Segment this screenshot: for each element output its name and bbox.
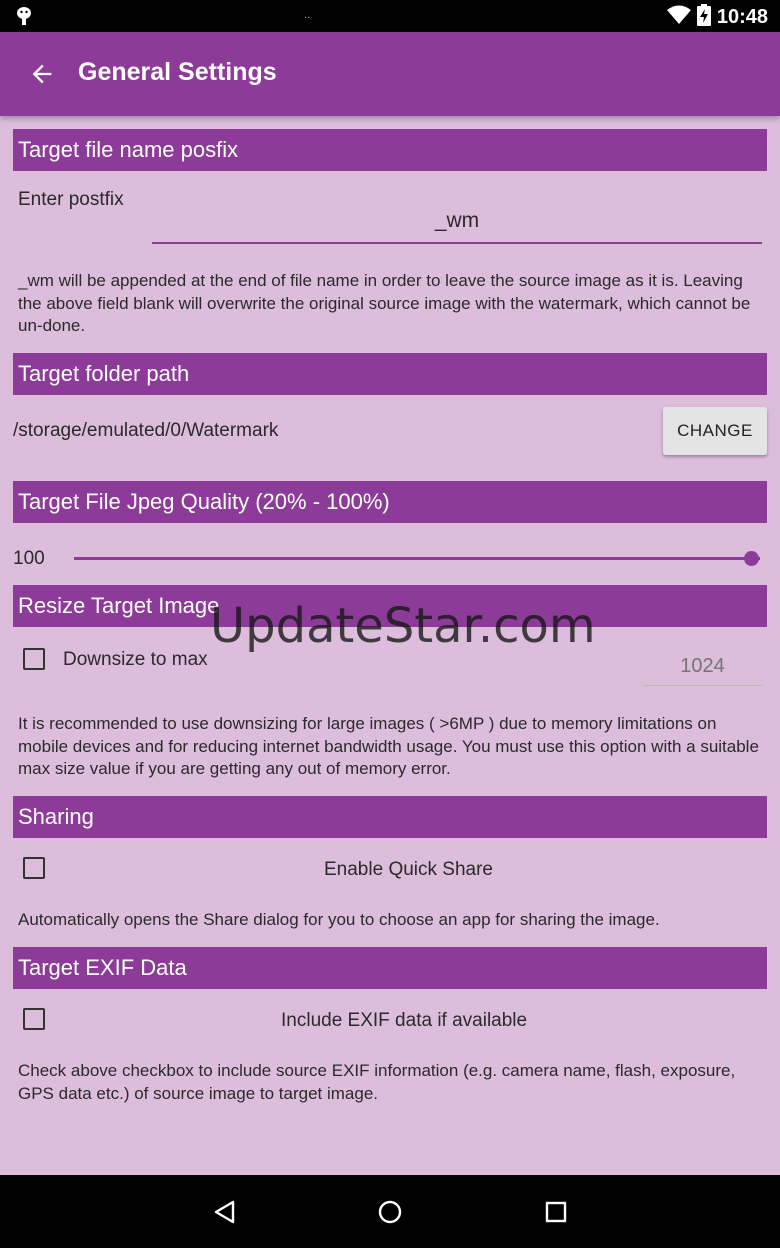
exif-checkbox[interactable]	[23, 1008, 45, 1030]
section-header-folder: Target folder path	[13, 353, 767, 395]
section-header-exif: Target EXIF Data	[13, 947, 767, 989]
max-size-input[interactable]	[643, 648, 762, 686]
exif-label: Include EXIF data if available	[281, 1010, 528, 1031]
android-debug-icon	[16, 6, 32, 30]
notification-dots: ..	[304, 10, 311, 21]
downsize-label: Downsize to max	[63, 649, 208, 670]
section-header-resize: Resize Target Image	[13, 585, 767, 627]
square-recents-icon[interactable]	[543, 1199, 569, 1225]
quick-share-checkbox[interactable]	[23, 857, 45, 879]
status-icons: 10:48	[666, 4, 768, 30]
wifi-icon	[666, 5, 691, 29]
section-header-quality: Target File Jpeg Quality (20% - 100%)	[13, 481, 767, 523]
quick-share-label: Enable Quick Share	[324, 859, 493, 880]
arrow-back-icon[interactable]	[28, 60, 56, 88]
sharing-description: Automatically opens the Share dialog for…	[18, 910, 660, 929]
postfix-input[interactable]	[152, 200, 762, 244]
downsize-checkbox[interactable]	[23, 648, 45, 670]
quality-slider[interactable]	[74, 548, 760, 570]
resize-description: It is recommended to use downsizing for …	[18, 714, 759, 778]
section-header-sharing: Sharing	[13, 796, 767, 838]
navigation-bar	[0, 1175, 780, 1248]
circle-home-icon[interactable]	[377, 1199, 403, 1225]
folder-path: /storage/emulated/0/Watermark	[13, 420, 279, 441]
postfix-description: _wm will be appended at the end of file …	[18, 271, 751, 335]
battery-charging-icon	[696, 4, 711, 30]
change-folder-button[interactable]: CHANGE	[663, 407, 767, 455]
page-title: General Settings	[78, 58, 277, 86]
section-header-postfix: Target file name posfix	[13, 129, 767, 171]
postfix-label: Enter postfix	[18, 189, 124, 210]
slider-thumb[interactable]	[744, 551, 759, 566]
status-bar: .. 10:48	[0, 0, 780, 32]
app-bar: General Settings	[0, 32, 780, 116]
clock: 10:48	[716, 5, 768, 28]
slider-track	[74, 557, 760, 560]
exif-description: Check above checkbox to include source E…	[18, 1061, 736, 1103]
triangle-back-icon[interactable]	[212, 1199, 238, 1225]
quality-value: 100	[13, 548, 45, 569]
